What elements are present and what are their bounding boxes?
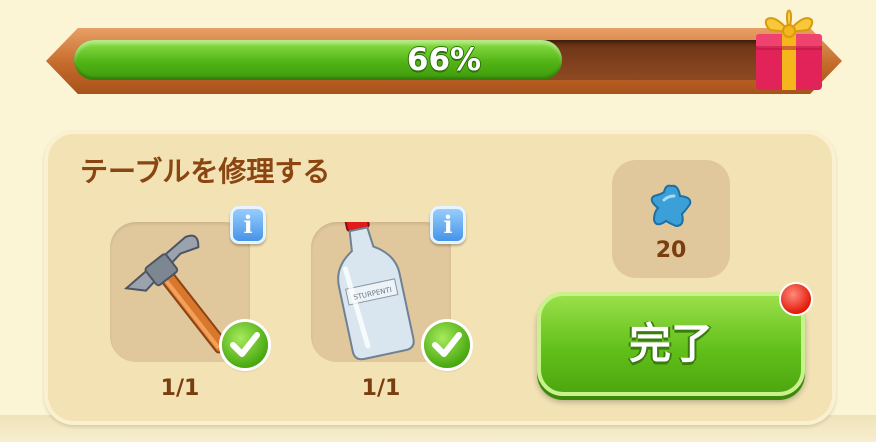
progress-bar: 66% <box>74 40 814 80</box>
check-icon-bottle <box>424 322 470 368</box>
requirement-count-hammer: 1/1 <box>160 376 200 401</box>
reward-value: 20 <box>655 238 687 263</box>
reward-slot: 20 <box>612 160 730 278</box>
complete-button[interactable]: 完了 <box>537 292 805 396</box>
check-icon-hammer <box>222 322 268 368</box>
requirement-count-bottle: 1/1 <box>361 376 401 401</box>
notification-dot <box>781 284 811 314</box>
gift-box-icon[interactable] <box>748 0 830 94</box>
task-title: テーブルを修理する <box>80 155 331 188</box>
complete-button-label: 完了 <box>628 319 713 368</box>
blue-star-icon <box>650 184 692 228</box>
progress-label: 66% <box>406 42 482 78</box>
info-button-bottle[interactable]: i <box>430 206 466 244</box>
info-button-hammer[interactable]: i <box>230 206 266 244</box>
